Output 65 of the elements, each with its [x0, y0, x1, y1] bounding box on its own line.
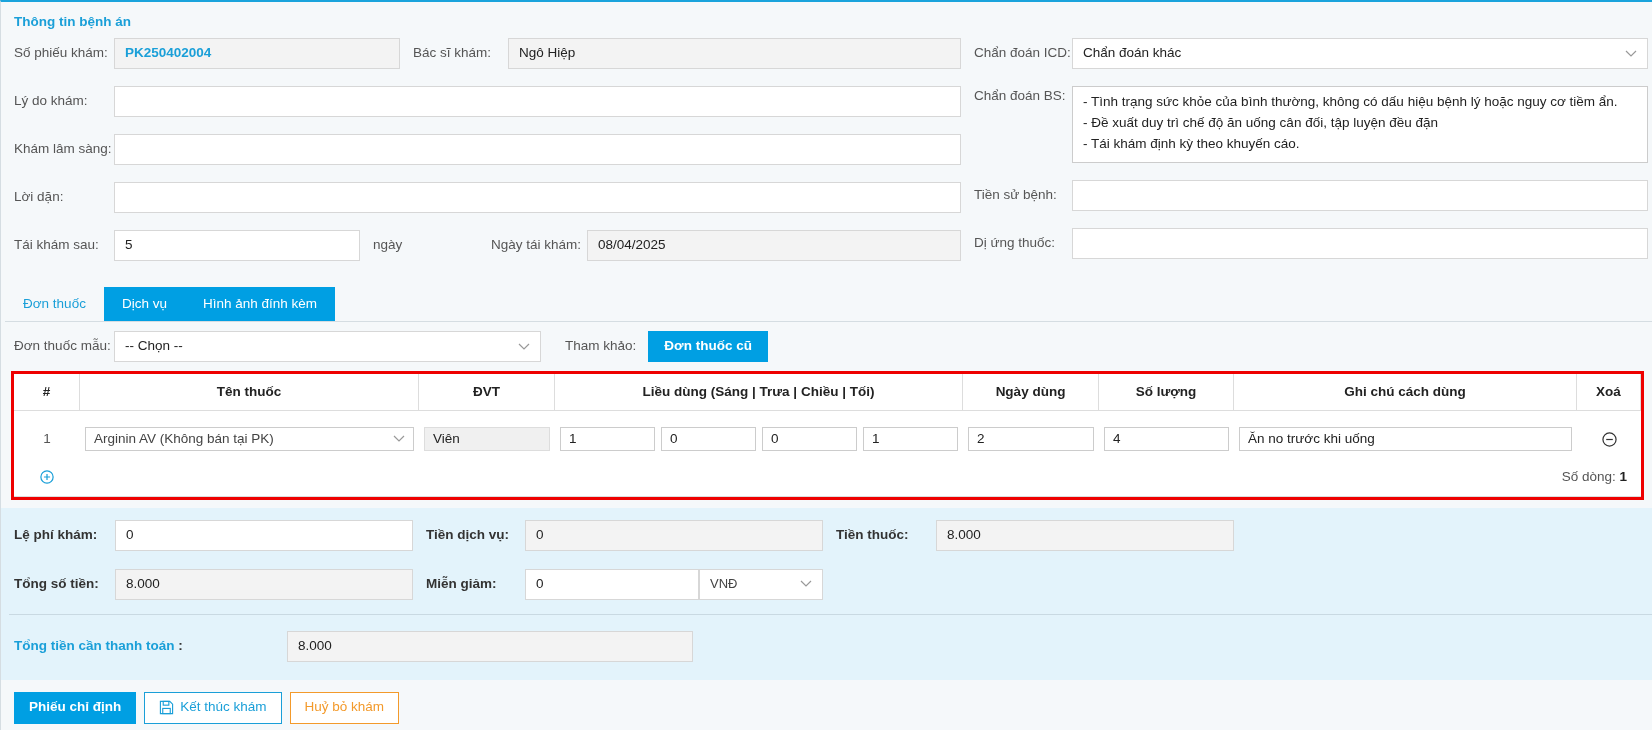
input-field[interactable]	[114, 182, 961, 213]
chevron-down-icon	[1625, 49, 1637, 58]
chevron-down-icon	[800, 580, 812, 588]
select-field[interactable]: Chẩn đoán khác	[1072, 38, 1648, 69]
text-area[interactable]: - Tình trạng sức khỏe của bình thường, không có dấu hiệu bệnh lý hoặc nguy cơ tiềm ẩn. - Đề xuất duy trì chế độ ăn uống cân đối, tập luyện đều đặn - Tái khám định kỳ theo khuyến cáo.	[1072, 86, 1648, 163]
chevron-down-icon	[393, 435, 405, 444]
add-icon[interactable]	[40, 470, 54, 485]
input-field[interactable]: Ngô Hiệp	[508, 38, 961, 69]
total-label: Tổng tiền cần thanh toán :	[14, 636, 184, 655]
field-label: Lý do khám:	[14, 92, 89, 111]
section-title: Thông tin bệnh án	[13, 13, 132, 31]
column-header: ĐVT	[419, 374, 555, 412]
field-label: Lời dặn:	[14, 188, 65, 207]
field-label: Lệ phí khám:	[14, 525, 99, 544]
column-header: Số lượng	[1099, 374, 1234, 412]
input-field[interactable]: 8.000	[115, 568, 413, 600]
select-field[interactable]: VNĐ	[699, 568, 823, 600]
input-field[interactable]: Ăn no trước khi uống	[1239, 427, 1572, 452]
input-field[interactable]: 0	[115, 519, 413, 551]
select-field[interactable]: Arginin AV (Không bán tại PK)	[85, 427, 414, 452]
input-field[interactable]	[1072, 180, 1648, 211]
select-field[interactable]: -- Chọn --	[114, 331, 541, 362]
input-field[interactable]: 0	[525, 568, 699, 600]
row-number: 1	[43, 430, 51, 449]
field-label: Tiền thuốc:	[836, 525, 910, 544]
column-header: Ngày dùng	[963, 374, 1099, 412]
field-label: Chẩn đoán ICD:	[974, 44, 1072, 63]
input-field[interactable]: 8.000	[287, 630, 693, 662]
column-header: Tên thuốc	[80, 374, 419, 412]
input-field[interactable]: 2	[968, 427, 1094, 452]
input-field[interactable]: 0	[762, 427, 857, 452]
field-label: Đơn thuốc mẫu:	[14, 337, 112, 356]
column-header: Ghi chú cách dùng	[1234, 374, 1577, 412]
field-label: Tham khảo:	[565, 337, 637, 356]
field-label: Miễn giảm:	[426, 574, 498, 593]
input-field[interactable]: 8.000	[936, 519, 1234, 551]
field-label: Dị ứng thuốc:	[974, 234, 1057, 253]
column-header: Liều dùng (Sáng | Trưa | Chiều | Tối)	[555, 374, 963, 412]
field-label: Số phiếu khám:	[14, 44, 109, 63]
column-header: Xoá	[1577, 374, 1641, 412]
input-field[interactable]: 08/04/2025	[587, 230, 961, 261]
input-field[interactable]: 1	[560, 427, 655, 452]
field-label: Tái khám sau:	[14, 236, 100, 255]
input-field[interactable]: 5	[114, 230, 360, 261]
field-label: Ngày tái khám:	[491, 236, 583, 255]
field-label: Khám lâm sàng:	[14, 140, 113, 159]
field-label: Chẩn đoán BS:	[974, 87, 1067, 105]
input-field[interactable]	[114, 134, 961, 165]
remove-icon[interactable]	[1601, 431, 1617, 447]
row-count: Số dòng: 1	[1561, 468, 1627, 487]
input-field[interactable]: 0	[525, 519, 823, 551]
field-label: Tổng số tiền:	[14, 574, 100, 593]
unit-label: ngày	[373, 236, 404, 255]
input-field[interactable]	[1072, 228, 1648, 259]
field-label: Tiền dịch vụ:	[426, 525, 510, 544]
field-label: Bác sĩ khám:	[413, 44, 493, 63]
input-field[interactable]: 1	[863, 427, 958, 452]
unit-field: Viên	[424, 427, 550, 452]
input-field[interactable]: 4	[1104, 427, 1229, 452]
input-field[interactable]: 0	[661, 427, 756, 452]
input-field[interactable]	[114, 86, 961, 117]
column-header: #	[14, 374, 80, 412]
field-label: Tiền sử bệnh:	[974, 186, 1058, 205]
save-icon	[159, 700, 175, 715]
chevron-down-icon	[518, 342, 530, 351]
